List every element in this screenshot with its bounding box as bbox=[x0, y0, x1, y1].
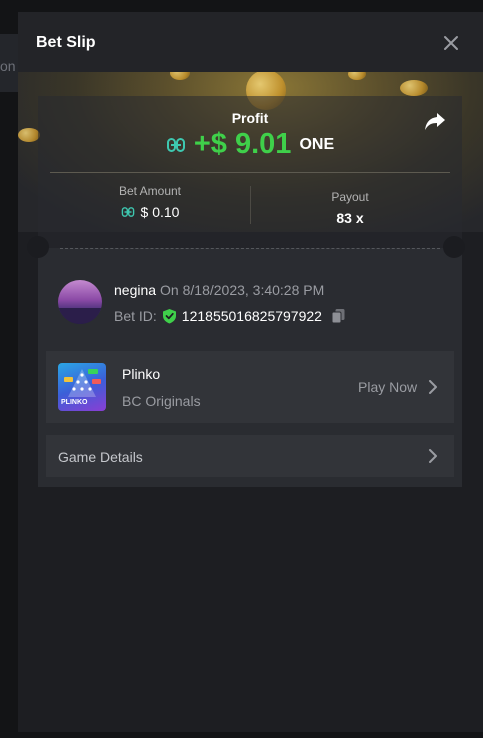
bet-id-label: Bet ID: bbox=[114, 308, 157, 324]
game-provider: BC Originals bbox=[122, 393, 201, 409]
avatar-image bbox=[58, 308, 102, 324]
coin-decoration bbox=[18, 128, 40, 142]
payout-stat: Payout 83 x bbox=[250, 190, 450, 226]
game-name: Plinko bbox=[122, 366, 161, 382]
one-token-icon bbox=[166, 137, 185, 152]
bet-id-value: 121855016825797922 bbox=[181, 308, 322, 324]
bet-amount-stat: Bet Amount $ 0.10 bbox=[50, 184, 250, 220]
play-now-button[interactable]: Play Now bbox=[358, 379, 417, 395]
payout-value: 83 x bbox=[336, 210, 364, 226]
bet-date: On 8/18/2023, 3:40:28 PM bbox=[160, 282, 325, 298]
coin-decoration bbox=[170, 72, 190, 80]
bet-amount-value-row: $ 0.10 bbox=[50, 204, 250, 220]
one-token-icon bbox=[121, 207, 134, 217]
payout-label: Payout bbox=[331, 190, 369, 204]
game-thumbnail-label: PLINKO bbox=[61, 399, 88, 406]
verified-shield-icon bbox=[162, 309, 176, 324]
divider bbox=[50, 172, 450, 173]
bet-slip-modal: Bet Slip Profit +$ 9.01 ONE Bet Amount $… bbox=[18, 12, 483, 732]
bet-amount-label: Bet Amount bbox=[118, 184, 182, 198]
game-details-row[interactable]: Game Details bbox=[46, 435, 454, 477]
profit-value: +$ 9.01 bbox=[193, 128, 292, 160]
bet-id-line: Bet ID: 121855016825797922 bbox=[114, 308, 346, 324]
chevron-right-icon[interactable] bbox=[428, 449, 438, 463]
game-details-label: Game Details bbox=[58, 449, 143, 465]
coin-decoration bbox=[400, 80, 428, 96]
coin-decoration bbox=[348, 72, 366, 80]
modal-header: Bet Slip bbox=[18, 12, 483, 72]
dashed-separator bbox=[60, 248, 440, 249]
user-info-line: negina On 8/18/2023, 3:40:28 PM bbox=[114, 282, 324, 298]
avatar[interactable] bbox=[58, 280, 102, 324]
copy-icon[interactable] bbox=[331, 308, 346, 324]
bet-amount-value: $ 0.10 bbox=[140, 204, 180, 220]
profit-label: Profit bbox=[231, 110, 269, 126]
profit-currency: ONE bbox=[299, 135, 335, 153]
close-icon[interactable] bbox=[440, 32, 462, 54]
game-row[interactable]: PLINKO Plinko BC Originals Play Now bbox=[46, 351, 454, 423]
game-thumbnail: PLINKO bbox=[58, 363, 106, 411]
background-partial-text: on bbox=[0, 58, 16, 74]
profit-row: +$ 9.01 ONE bbox=[38, 128, 462, 161]
ticket-notch-left bbox=[27, 236, 49, 258]
ticket-notch-right bbox=[443, 236, 465, 258]
chevron-right-icon[interactable] bbox=[428, 380, 438, 394]
username[interactable]: negina bbox=[114, 282, 156, 298]
modal-title: Bet Slip bbox=[36, 34, 96, 51]
